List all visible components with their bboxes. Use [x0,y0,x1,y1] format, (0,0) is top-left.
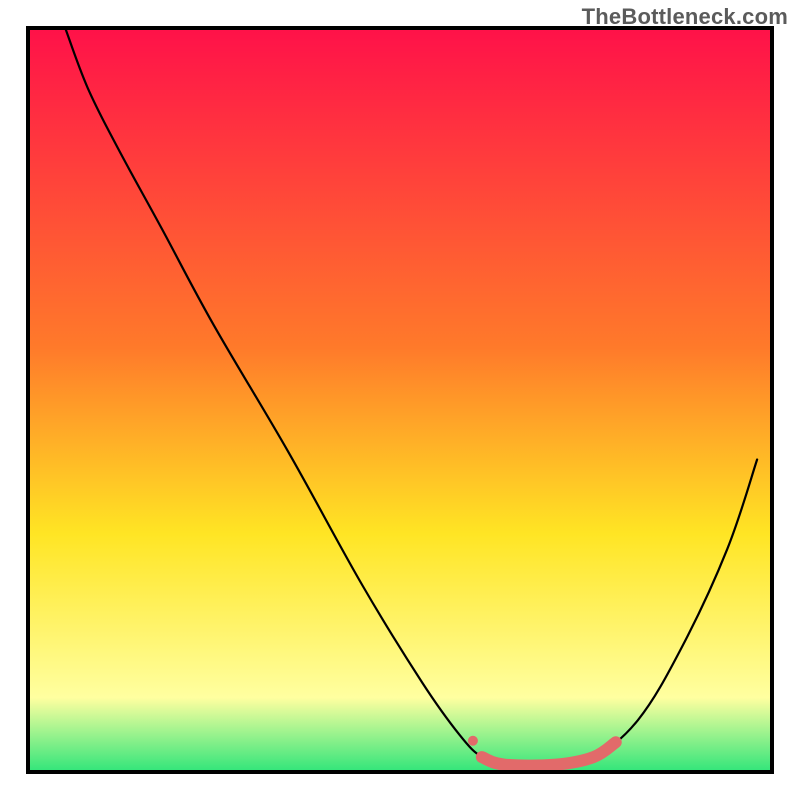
watermark-text: TheBottleneck.com [582,4,788,30]
chart-svg [0,0,800,800]
highlight-dot [468,736,478,746]
plot-background [28,28,772,772]
chart-container: TheBottleneck.com [0,0,800,800]
